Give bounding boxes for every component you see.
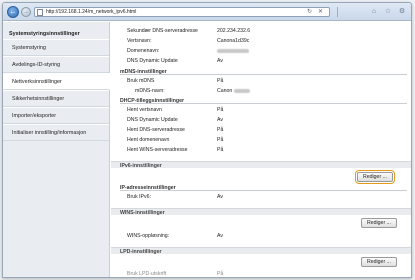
page-icon <box>37 9 43 16</box>
gear-icon[interactable]: ⚙ <box>397 7 407 17</box>
setting-row: DNS Dynamic Update Av <box>111 116 411 124</box>
sidebar-item-sikkerhet[interactable]: Sikkerhetsinnstillinger <box>3 90 109 107</box>
star-icon[interactable]: ☆ <box>383 7 393 17</box>
sidebar-item-systemstyring[interactable]: Systemstyring <box>3 39 109 56</box>
setting-row: DNS Dynamic Update Av <box>111 57 411 65</box>
setting-label: Bruk IPv6: <box>127 194 151 200</box>
tab-strip <box>337 7 343 17</box>
setting-value: Av <box>217 233 223 239</box>
url-text: http://192.168.1.24/m_network_ipv6.html <box>46 9 137 15</box>
subsection-heading: mDNS-innstillinger <box>111 68 411 75</box>
setting-row: Bruk LPD-utskrift På <box>111 270 411 277</box>
setting-label: Bruk mDNS <box>127 78 155 84</box>
setting-value: På <box>217 137 224 143</box>
setting-row: Hent WINS-serveradresse På <box>111 146 411 154</box>
setting-label: mDNS-navn: <box>135 88 165 94</box>
section-title: WINS-innstillinger <box>120 209 165 216</box>
setting-label: Hent DNS-serveradresse <box>127 127 185 133</box>
main-content: Sekundær DNS-serveradresse 202.234.232.6… <box>111 22 411 277</box>
setting-label: Hent vertsnavn <box>127 107 162 113</box>
setting-row: Hent domenenavn På <box>111 136 411 144</box>
lpd-edit-button[interactable]: Rediger ... <box>361 257 397 267</box>
close-icon[interactable]: ✕ <box>318 8 323 15</box>
setting-label: Hent WINS-serveradresse <box>127 147 188 153</box>
home-icon[interactable]: ⌂ <box>369 7 379 17</box>
setting-value-redacted <box>217 48 249 54</box>
setting-label: Hent domenenavn <box>127 137 170 143</box>
setting-row: Sekundær DNS-serveradresse 202.234.232.6 <box>111 27 411 35</box>
sidebar: Systemstyringsinnstillinger Systemstyrin… <box>3 22 110 277</box>
setting-row: Bruk IPv6: Av <box>111 193 411 201</box>
setting-value: På <box>217 127 224 133</box>
divider <box>120 190 407 191</box>
sidebar-item-nettverk[interactable]: Nettverksinnstillinger <box>3 73 110 90</box>
setting-label: WINS-oppløsning: <box>127 233 170 239</box>
setting-row: WINS-oppløsning: Av <box>111 232 411 240</box>
subsection-heading: IP-adresseinnstillinger <box>111 184 411 191</box>
setting-label: DNS Dynamic Update <box>127 117 178 123</box>
setting-value: På <box>217 78 224 84</box>
subsection-heading: DHCP-tilleggsinnstillinger <box>111 97 411 104</box>
back-button[interactable]: ← <box>7 6 19 18</box>
setting-row: Hent vertsnavn På <box>111 106 411 114</box>
sidebar-item-import-export[interactable]: Importer/eksporter <box>3 107 109 124</box>
setting-value: 202.234.232.6 <box>217 28 251 34</box>
sidebar-item-avdelings-id[interactable]: Avdelings-ID-styring <box>3 56 109 73</box>
setting-value: Av <box>217 117 223 123</box>
forward-button[interactable]: → <box>21 7 31 17</box>
setting-value: På <box>217 107 224 113</box>
ipv6-edit-button[interactable]: Rediger ... <box>355 170 395 184</box>
setting-label: Domenenavn: <box>127 48 160 54</box>
setting-value: Canona1d39c <box>217 38 250 44</box>
setting-value: Av <box>217 194 223 200</box>
setting-label: Vertsnavn: <box>127 38 152 44</box>
setting-row: Vertsnavn: Canona1d39c <box>111 37 411 45</box>
section-header-lpd: LPD-innstillinger <box>111 247 411 255</box>
section-header-wins: WINS-innstillinger <box>111 208 411 216</box>
setting-row: Domenenavn: <box>111 47 411 55</box>
setting-value: Canon <box>217 88 250 94</box>
setting-label: Sekundær DNS-serveradresse <box>127 28 198 34</box>
setting-value: Av <box>217 58 223 64</box>
sidebar-item-initialiser[interactable]: Initialiser innstilling/informasjon <box>3 124 109 141</box>
section-title: IPv6-innstillinger <box>120 162 162 169</box>
browser-window: ← → http://192.168.1.24/m_network_ipv6.h… <box>2 2 412 278</box>
section-title: LPD-innstillinger <box>120 248 162 255</box>
setting-row: mDNS-navn: Canon <box>111 87 411 95</box>
refresh-icon[interactable]: ↻ <box>307 8 312 15</box>
section-header-ipv6: IPv6-innstillinger <box>111 161 411 169</box>
setting-row: Bruk mDNS På <box>111 77 411 85</box>
sidebar-heading: Systemstyringsinnstillinger <box>9 31 80 37</box>
divider <box>120 103 407 104</box>
setting-label: Bruk LPD-utskrift <box>127 271 167 277</box>
setting-value: På <box>217 271 224 277</box>
browser-toolbar: ← → http://192.168.1.24/m_network_ipv6.h… <box>3 3 411 21</box>
divider <box>120 74 407 75</box>
wins-edit-button[interactable]: Rediger ... <box>361 218 397 228</box>
address-bar[interactable]: http://192.168.1.24/m_network_ipv6.html … <box>34 7 330 17</box>
setting-label: DNS Dynamic Update <box>127 58 178 64</box>
setting-value: På <box>217 147 224 153</box>
setting-row: Hent DNS-serveradresse På <box>111 126 411 134</box>
